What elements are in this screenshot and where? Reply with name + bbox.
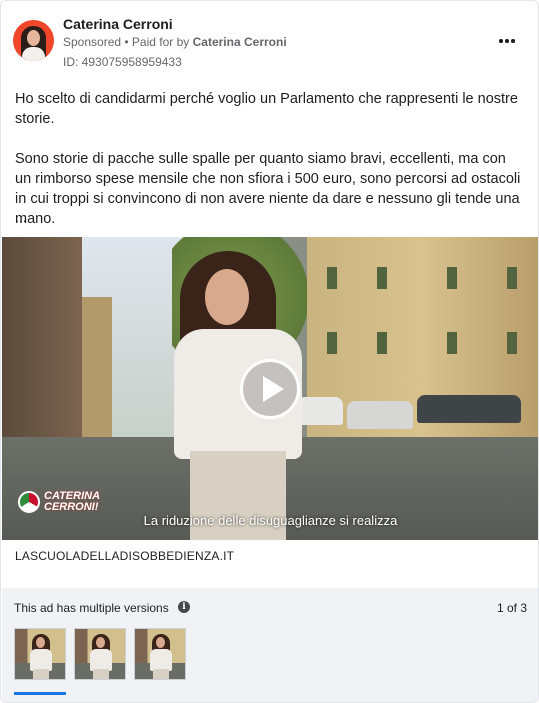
ad-body-text: Ho scelto di candidarmi perché voglio un…	[15, 89, 525, 249]
avatar-face	[27, 30, 40, 46]
versions-panel: This ad has multiple versions i 1 of 3	[2, 588, 538, 702]
version-thumbnail-1[interactable]	[14, 628, 66, 680]
ad-card: Caterina Cerroni Sponsored • Paid for by…	[0, 0, 539, 703]
sponsored-line: Sponsored • Paid for by Caterina Cerroni	[63, 35, 287, 49]
video-person-face	[205, 269, 249, 325]
body-paragraph-1: Ho scelto di candidarmi perché voglio un…	[15, 91, 518, 127]
advertiser-avatar[interactable]	[13, 20, 54, 61]
avatar-body	[22, 47, 45, 61]
paid-for-name: Caterina Cerroni	[192, 35, 287, 49]
link-caption[interactable]: LASCUOLADELLADISOBBEDIENZA.IT	[15, 549, 234, 563]
party-logo-icon	[18, 491, 40, 513]
body-paragraph-2: Sono storie di pacche sulle spalle per q…	[15, 151, 521, 227]
library-id: ID: 493075958959433	[63, 55, 182, 69]
version-thumbnail-2[interactable]	[74, 628, 126, 680]
video-player[interactable]: CATERINA CERRONI! La riduzione delle dis…	[2, 237, 538, 540]
ad-header: Caterina Cerroni Sponsored • Paid for by…	[1, 1, 538, 73]
versions-label: This ad has multiple versions	[14, 601, 169, 615]
selected-version-indicator	[14, 692, 66, 695]
advertiser-name[interactable]: Caterina Cerroni	[63, 16, 173, 32]
sponsored-label: Sponsored	[63, 35, 122, 49]
video-logo: CATERINA CERRONI!	[18, 491, 114, 513]
more-options-icon[interactable]	[493, 29, 521, 53]
info-icon[interactable]: i	[178, 601, 190, 613]
video-subtitle: La riduzione delle disuguaglianze si rea…	[143, 513, 398, 528]
play-icon[interactable]	[240, 359, 300, 419]
see-more-ellipsis[interactable]: ...	[15, 209, 27, 225]
link-caption-row[interactable]: LASCUOLADELLADISOBBEDIENZA.IT	[2, 540, 538, 588]
paid-for-prefix: • Paid for by	[121, 35, 193, 49]
version-thumbnail-3[interactable]	[134, 628, 186, 680]
version-page-indicator: 1 of 3	[496, 601, 527, 615]
video-logo-text: CATERINA CERRONI!	[44, 490, 100, 513]
